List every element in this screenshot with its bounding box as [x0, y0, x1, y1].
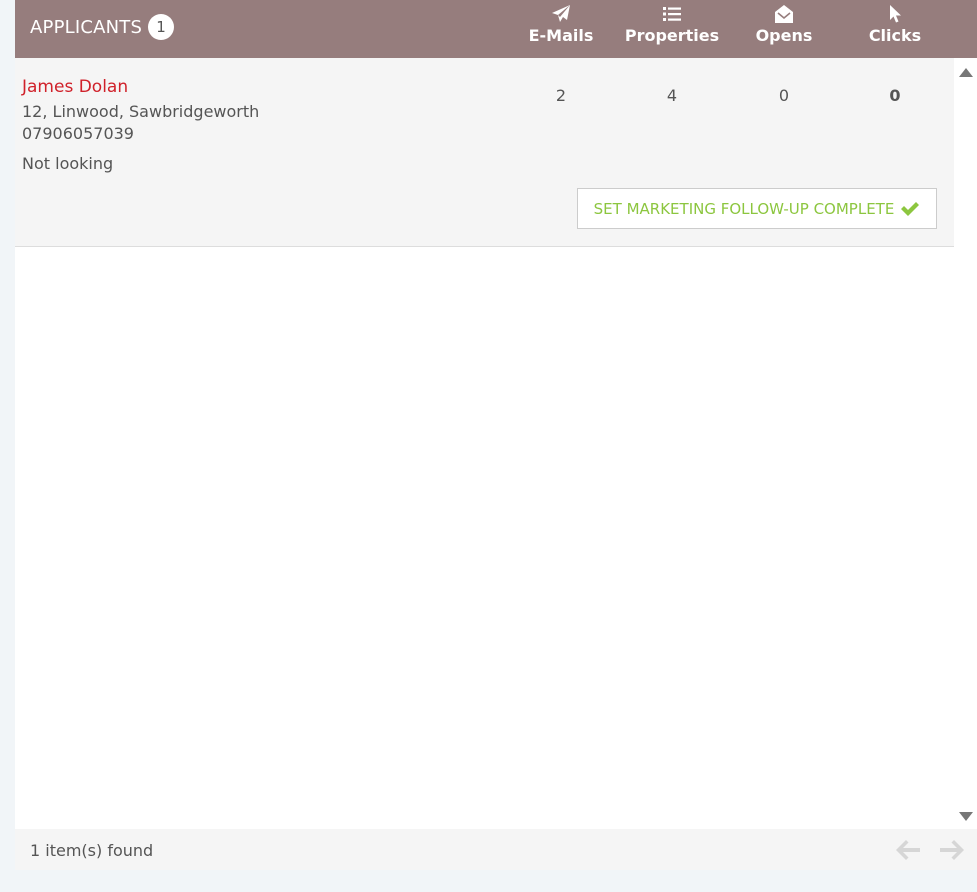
column-opens[interactable]: Opens: [728, 4, 840, 45]
panel-title: APPLICANTS: [30, 17, 143, 38]
column-label: E-Mails: [528, 26, 594, 45]
properties-count: 4: [666, 86, 678, 105]
panel-header: APPLICANTS 1 E-Mails Properties Opens Cl…: [15, 0, 977, 58]
applicant-name-link[interactable]: James Dolan: [22, 77, 128, 97]
cursor-icon: [890, 5, 901, 23]
column-emails[interactable]: E-Mails: [505, 4, 617, 45]
set-followup-complete-button[interactable]: SET MARKETING FOLLOW-UP COMPLETE: [577, 188, 937, 229]
items-found-text: 1 item(s) found: [30, 841, 154, 860]
list-icon: [663, 7, 681, 21]
emails-count: 2: [555, 86, 567, 105]
scroll-up-arrow-icon[interactable]: [958, 66, 974, 78]
applicants-panel: APPLICANTS 1 E-Mails Properties Opens Cl…: [15, 0, 977, 870]
column-properties[interactable]: Properties: [616, 4, 728, 45]
applicant-status: Not looking: [22, 154, 114, 173]
paper-plane-icon: [552, 5, 570, 22]
applicant-phone: 07906057039: [22, 124, 134, 143]
check-icon: [901, 201, 920, 216]
count-badge: 1: [148, 14, 174, 40]
clicks-count: 0: [889, 86, 901, 105]
followup-button-label: SET MARKETING FOLLOW-UP COMPLETE: [593, 199, 895, 218]
next-page-arrow-icon[interactable]: [939, 838, 965, 862]
applicant-address: 12, Linwood, Sawbridgeworth: [22, 102, 260, 121]
column-label: Opens: [755, 26, 813, 45]
scroll-down-arrow-icon[interactable]: [958, 811, 974, 823]
open-envelope-icon: [775, 5, 793, 23]
panel-footer: 1 item(s) found: [15, 829, 977, 870]
column-label: Clicks: [868, 26, 922, 45]
opens-count: 0: [778, 86, 790, 105]
previous-page-arrow-icon[interactable]: [895, 838, 921, 862]
column-clicks[interactable]: Clicks: [839, 4, 951, 45]
applicant-row: James Dolan 12, Linwood, Sawbridgeworth …: [15, 58, 954, 247]
column-label: Properties: [624, 26, 720, 45]
